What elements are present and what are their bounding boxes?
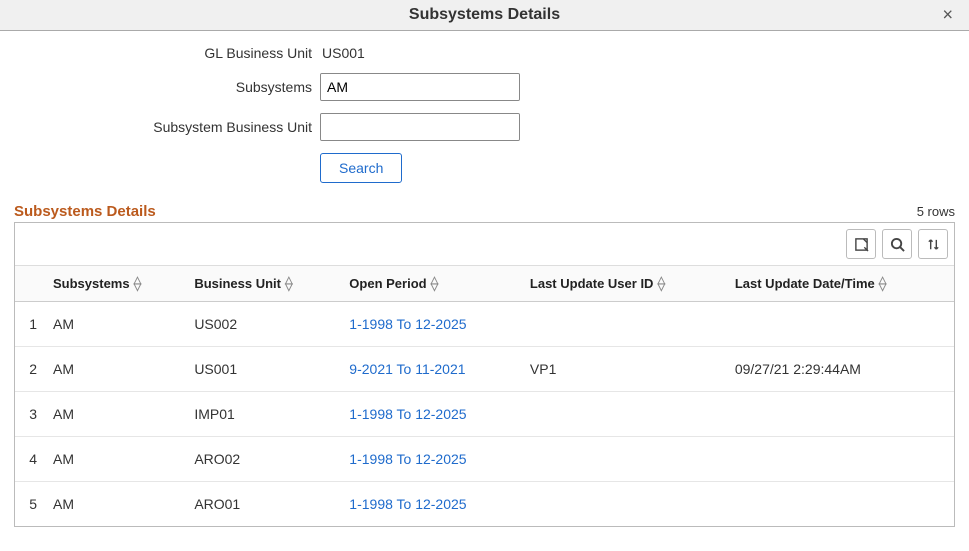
- cell-last-update-user: VP1: [522, 347, 727, 392]
- subsystem-bu-input[interactable]: [321, 114, 514, 140]
- gl-business-unit-label: GL Business Unit: [20, 45, 320, 61]
- cell-open-period-link[interactable]: 1-1998 To 12-2025: [341, 482, 522, 527]
- cell-subsystems: AM: [45, 392, 186, 437]
- subsystems-field-wrap: [320, 73, 520, 101]
- grid-action-icon: [854, 237, 869, 252]
- modal-header: Subsystems Details ×: [0, 0, 969, 31]
- cell-open-period-link[interactable]: 1-1998 To 12-2025: [341, 392, 522, 437]
- cell-last-update-dttm: [727, 437, 954, 482]
- cell-row-number: 5: [15, 482, 45, 527]
- cell-last-update-dttm: [727, 482, 954, 527]
- col-last-update-dttm-label: Last Update Date/Time: [735, 276, 875, 291]
- table-row: 2 AM US001 9-2021 To 11-2021 VP1 09/27/2…: [15, 347, 954, 392]
- grid-row-count: 5 rows: [917, 204, 955, 219]
- subsystem-bu-label: Subsystem Business Unit: [20, 119, 320, 135]
- grid-container: Subsystems Business Unit Open Period Las…: [14, 222, 955, 527]
- col-last-update-user[interactable]: Last Update User ID: [522, 266, 727, 302]
- sort-indicator-icon: [657, 277, 665, 291]
- col-row-number: [15, 266, 45, 302]
- results-table: Subsystems Business Unit Open Period Las…: [15, 266, 954, 526]
- col-open-period[interactable]: Open Period: [341, 266, 522, 302]
- search-button[interactable]: Search: [320, 153, 402, 183]
- sort-button[interactable]: [918, 229, 948, 259]
- subsystem-bu-lookup-button[interactable]: [514, 114, 520, 140]
- col-last-update-dttm[interactable]: Last Update Date/Time: [727, 266, 954, 302]
- cell-business-unit: US002: [186, 302, 341, 347]
- search-icon: [890, 237, 905, 252]
- sort-icon: [926, 237, 941, 252]
- col-business-unit[interactable]: Business Unit: [186, 266, 341, 302]
- cell-last-update-dttm: [727, 392, 954, 437]
- cell-last-update-user: [522, 302, 727, 347]
- modal-title: Subsystems Details: [409, 6, 560, 23]
- col-subsystems[interactable]: Subsystems: [45, 266, 186, 302]
- cell-last-update-user: [522, 437, 727, 482]
- cell-business-unit: US001: [186, 347, 341, 392]
- cell-open-period-link[interactable]: 9-2021 To 11-2021: [341, 347, 522, 392]
- close-button[interactable]: ×: [936, 3, 959, 28]
- table-row: 5 AM ARO01 1-1998 To 12-2025: [15, 482, 954, 527]
- col-open-period-label: Open Period: [349, 276, 426, 291]
- cell-row-number: 1: [15, 302, 45, 347]
- table-row: 1 AM US002 1-1998 To 12-2025: [15, 302, 954, 347]
- cell-last-update-dttm: [727, 302, 954, 347]
- close-icon: ×: [942, 5, 953, 25]
- cell-last-update-user: [522, 392, 727, 437]
- cell-subsystems: AM: [45, 302, 186, 347]
- cell-open-period-link[interactable]: 1-1998 To 12-2025: [341, 437, 522, 482]
- cell-last-update-dttm: 09/27/21 2:29:44AM: [727, 347, 954, 392]
- cell-subsystems: AM: [45, 437, 186, 482]
- cell-row-number: 2: [15, 347, 45, 392]
- personalize-button[interactable]: [846, 229, 876, 259]
- sort-indicator-icon: [431, 277, 439, 291]
- sort-indicator-icon: [879, 277, 887, 291]
- subsystems-input[interactable]: [321, 74, 514, 100]
- cell-business-unit: IMP01: [186, 392, 341, 437]
- col-last-update-user-label: Last Update User ID: [530, 276, 654, 291]
- cell-open-period-link[interactable]: 1-1998 To 12-2025: [341, 302, 522, 347]
- col-business-unit-label: Business Unit: [194, 276, 281, 291]
- grid-toolbar: [15, 223, 954, 266]
- sort-indicator-icon: [285, 277, 293, 291]
- cell-row-number: 3: [15, 392, 45, 437]
- find-button[interactable]: [882, 229, 912, 259]
- subsystem-bu-field-wrap: [320, 113, 520, 141]
- sort-indicator-icon: [134, 277, 142, 291]
- cell-last-update-user: [522, 482, 727, 527]
- grid-section-header: Subsystems Details 5 rows: [0, 203, 969, 222]
- subsystems-lookup-button[interactable]: [514, 74, 520, 100]
- cell-business-unit: ARO01: [186, 482, 341, 527]
- gl-business-unit-value: US001: [320, 45, 365, 61]
- cell-subsystems: AM: [45, 482, 186, 527]
- cell-row-number: 4: [15, 437, 45, 482]
- subsystems-label: Subsystems: [20, 79, 320, 95]
- grid-section-title: Subsystems Details: [14, 203, 156, 220]
- cell-business-unit: ARO02: [186, 437, 341, 482]
- cell-subsystems: AM: [45, 347, 186, 392]
- table-row: 4 AM ARO02 1-1998 To 12-2025: [15, 437, 954, 482]
- col-subsystems-label: Subsystems: [53, 276, 130, 291]
- table-row: 3 AM IMP01 1-1998 To 12-2025: [15, 392, 954, 437]
- search-form: GL Business Unit US001 Subsystems Subsys…: [0, 31, 969, 203]
